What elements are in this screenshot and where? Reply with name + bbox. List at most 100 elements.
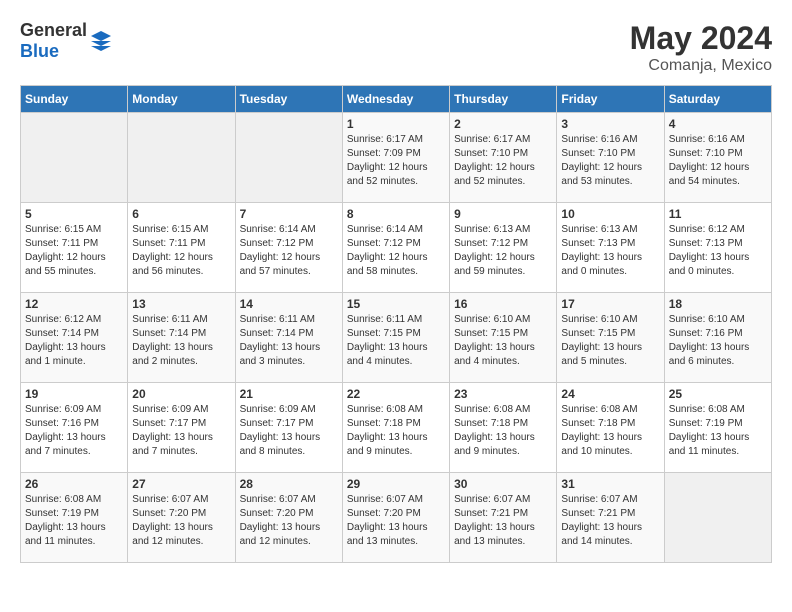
day-number: 3 <box>561 117 659 131</box>
day-info: Sunrise: 6:15 AM Sunset: 7:11 PM Dayligh… <box>132 223 230 279</box>
calendar-cell: 15 Sunrise: 6:11 AM Sunset: 7:15 PM Dayli… <box>342 293 449 383</box>
day-number: 5 <box>25 207 123 221</box>
day-info: Sunrise: 6:07 AM Sunset: 7:21 PM Dayligh… <box>561 493 659 549</box>
day-of-week-monday: Monday <box>128 86 235 113</box>
day-number: 21 <box>240 387 338 401</box>
day-info: Sunrise: 6:16 AM Sunset: 7:10 PM Dayligh… <box>561 133 659 189</box>
day-number: 17 <box>561 297 659 311</box>
day-number: 28 <box>240 477 338 491</box>
day-of-week-thursday: Thursday <box>450 86 557 113</box>
day-number: 12 <box>25 297 123 311</box>
calendar-cell: 21 Sunrise: 6:09 AM Sunset: 7:17 PM Dayli… <box>235 383 342 473</box>
day-info: Sunrise: 6:08 AM Sunset: 7:19 PM Dayligh… <box>25 493 123 549</box>
day-info: Sunrise: 6:13 AM Sunset: 7:13 PM Dayligh… <box>561 223 659 279</box>
calendar-cell: 31 Sunrise: 6:07 AM Sunset: 7:21 PM Dayli… <box>557 473 664 563</box>
calendar-table: SundayMondayTuesdayWednesdayThursdayFrid… <box>20 85 772 563</box>
day-number: 18 <box>669 297 767 311</box>
day-number: 10 <box>561 207 659 221</box>
day-info: Sunrise: 6:11 AM Sunset: 7:15 PM Dayligh… <box>347 313 445 369</box>
day-number: 26 <box>25 477 123 491</box>
day-number: 7 <box>240 207 338 221</box>
day-info: Sunrise: 6:08 AM Sunset: 7:19 PM Dayligh… <box>669 403 767 459</box>
calendar-cell: 16Sunrise: 6:10 AM Sunset: 7:15 PM Dayli… <box>450 293 557 383</box>
calendar-cell <box>128 113 235 203</box>
day-number: 24 <box>561 387 659 401</box>
calendar-cell <box>235 113 342 203</box>
calendar-cell: 6 Sunrise: 6:15 AM Sunset: 7:11 PM Daylig… <box>128 203 235 293</box>
calendar-cell: 20 Sunrise: 6:09 AM Sunset: 7:17 PM Dayli… <box>128 383 235 473</box>
day-info: Sunrise: 6:17 AM Sunset: 7:10 PM Dayligh… <box>454 133 552 189</box>
day-info: Sunrise: 6:12 AM Sunset: 7:14 PM Dayligh… <box>25 313 123 369</box>
day-number: 8 <box>347 207 445 221</box>
calendar-cell: 25 Sunrise: 6:08 AM Sunset: 7:19 PM Dayli… <box>664 383 771 473</box>
month-year: May 2024 <box>630 20 772 57</box>
calendar-cell: 18 Sunrise: 6:10 AM Sunset: 7:16 PM Dayli… <box>664 293 771 383</box>
day-info: Sunrise: 6:15 AM Sunset: 7:11 PM Dayligh… <box>25 223 123 279</box>
day-info: Sunrise: 6:07 AM Sunset: 7:20 PM Dayligh… <box>240 493 338 549</box>
calendar-cell: 23 Sunrise: 6:08 AM Sunset: 7:18 PM Dayli… <box>450 383 557 473</box>
day-number: 27 <box>132 477 230 491</box>
day-number: 25 <box>669 387 767 401</box>
day-number: 31 <box>561 477 659 491</box>
calendar-cell: 7Sunrise: 6:14 AM Sunset: 7:12 PM Daylig… <box>235 203 342 293</box>
day-of-week-sunday: Sunday <box>21 86 128 113</box>
day-info: Sunrise: 6:10 AM Sunset: 7:16 PM Dayligh… <box>669 313 767 369</box>
logo: General Blue <box>20 20 113 62</box>
logo-blue: Blue <box>20 41 59 61</box>
day-number: 14 <box>240 297 338 311</box>
day-number: 16 <box>454 297 552 311</box>
week-row-3: 12 Sunrise: 6:12 AM Sunset: 7:14 PM Dayli… <box>21 293 772 383</box>
week-row-1: 1Sunrise: 6:17 AM Sunset: 7:09 PM Daylig… <box>21 113 772 203</box>
calendar-cell: 29Sunrise: 6:07 AM Sunset: 7:20 PM Dayli… <box>342 473 449 563</box>
day-number: 13 <box>132 297 230 311</box>
calendar-cell: 11 Sunrise: 6:12 AM Sunset: 7:13 PM Dayli… <box>664 203 771 293</box>
day-number: 1 <box>347 117 445 131</box>
day-number: 4 <box>669 117 767 131</box>
day-info: Sunrise: 6:14 AM Sunset: 7:12 PM Dayligh… <box>347 223 445 279</box>
day-number: 11 <box>669 207 767 221</box>
calendar-cell: 12 Sunrise: 6:12 AM Sunset: 7:14 PM Dayli… <box>21 293 128 383</box>
day-info: Sunrise: 6:09 AM Sunset: 7:17 PM Dayligh… <box>240 403 338 459</box>
calendar-cell: 10 Sunrise: 6:13 AM Sunset: 7:13 PM Dayli… <box>557 203 664 293</box>
day-info: Sunrise: 6:09 AM Sunset: 7:17 PM Dayligh… <box>132 403 230 459</box>
day-info: Sunrise: 6:08 AM Sunset: 7:18 PM Dayligh… <box>561 403 659 459</box>
day-info: Sunrise: 6:12 AM Sunset: 7:13 PM Dayligh… <box>669 223 767 279</box>
day-of-week-wednesday: Wednesday <box>342 86 449 113</box>
day-info: Sunrise: 6:11 AM Sunset: 7:14 PM Dayligh… <box>240 313 338 369</box>
logo-general: General <box>20 20 87 40</box>
calendar-cell: 22Sunrise: 6:08 AM Sunset: 7:18 PM Dayli… <box>342 383 449 473</box>
day-info: Sunrise: 6:07 AM Sunset: 7:20 PM Dayligh… <box>132 493 230 549</box>
day-number: 22 <box>347 387 445 401</box>
day-number: 6 <box>132 207 230 221</box>
calendar-cell: 30 Sunrise: 6:07 AM Sunset: 7:21 PM Dayli… <box>450 473 557 563</box>
day-info: Sunrise: 6:09 AM Sunset: 7:16 PM Dayligh… <box>25 403 123 459</box>
day-info: Sunrise: 6:13 AM Sunset: 7:12 PM Dayligh… <box>454 223 552 279</box>
calendar-cell: 13Sunrise: 6:11 AM Sunset: 7:14 PM Dayli… <box>128 293 235 383</box>
day-of-week-saturday: Saturday <box>664 86 771 113</box>
day-number: 19 <box>25 387 123 401</box>
calendar-cell: 26 Sunrise: 6:08 AM Sunset: 7:19 PM Dayli… <box>21 473 128 563</box>
day-number: 20 <box>132 387 230 401</box>
day-info: Sunrise: 6:07 AM Sunset: 7:21 PM Dayligh… <box>454 493 552 549</box>
day-info: Sunrise: 6:16 AM Sunset: 7:10 PM Dayligh… <box>669 133 767 189</box>
week-row-2: 5 Sunrise: 6:15 AM Sunset: 7:11 PM Daylig… <box>21 203 772 293</box>
day-info: Sunrise: 6:08 AM Sunset: 7:18 PM Dayligh… <box>454 403 552 459</box>
day-of-week-tuesday: Tuesday <box>235 86 342 113</box>
calendar-cell: 14 Sunrise: 6:11 AM Sunset: 7:14 PM Dayli… <box>235 293 342 383</box>
title-block: May 2024 Comanja, Mexico <box>630 20 772 75</box>
calendar-cell: 17Sunrise: 6:10 AM Sunset: 7:15 PM Dayli… <box>557 293 664 383</box>
calendar-cell: 8 Sunrise: 6:14 AM Sunset: 7:12 PM Daylig… <box>342 203 449 293</box>
calendar-cell: 1Sunrise: 6:17 AM Sunset: 7:09 PM Daylig… <box>342 113 449 203</box>
header-row: SundayMondayTuesdayWednesdayThursdayFrid… <box>21 86 772 113</box>
day-number: 15 <box>347 297 445 311</box>
day-of-week-friday: Friday <box>557 86 664 113</box>
day-number: 29 <box>347 477 445 491</box>
calendar-cell: 2 Sunrise: 6:17 AM Sunset: 7:10 PM Daylig… <box>450 113 557 203</box>
day-number: 23 <box>454 387 552 401</box>
day-number: 30 <box>454 477 552 491</box>
calendar-cell <box>21 113 128 203</box>
calendar-cell: 3 Sunrise: 6:16 AM Sunset: 7:10 PM Daylig… <box>557 113 664 203</box>
day-number: 2 <box>454 117 552 131</box>
day-number: 9 <box>454 207 552 221</box>
calendar-cell: 4 Sunrise: 6:16 AM Sunset: 7:10 PM Daylig… <box>664 113 771 203</box>
